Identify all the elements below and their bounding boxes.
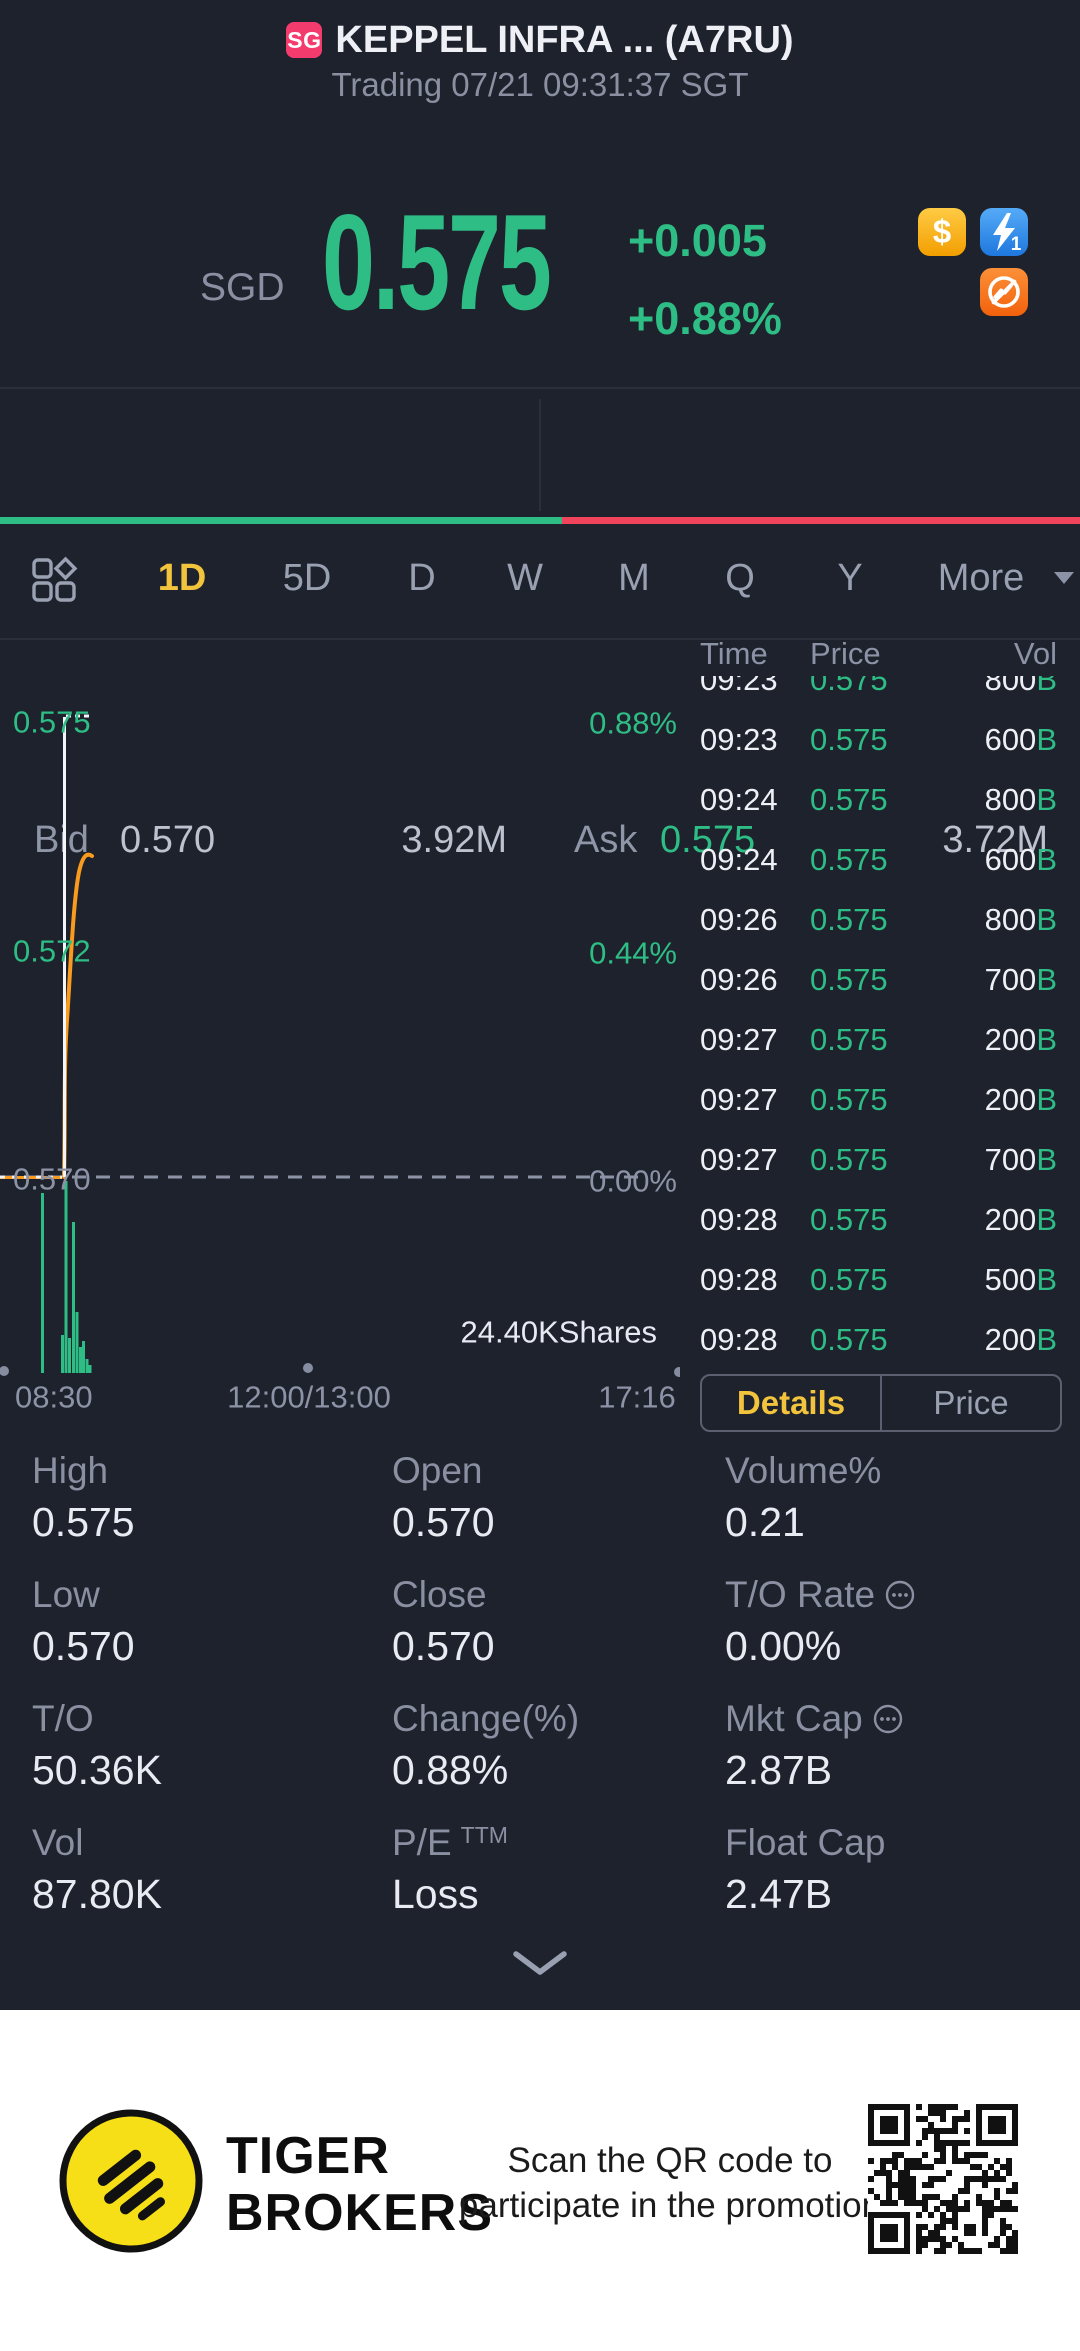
no-trade-glyph <box>988 276 1020 308</box>
stat-high: High 0.575 <box>32 1450 135 1545</box>
volume-note: 24.40KShares <box>461 1315 657 1350</box>
expand-chevron-icon[interactable] <box>508 1948 572 1978</box>
price-button[interactable]: Price <box>882 1376 1060 1430</box>
trade-row: 09:28 0.575 200B <box>700 1202 1057 1237</box>
x-label-midday: 12:00/13:00 <box>227 1380 391 1415</box>
promo-text: Scan the QR code to participate in the p… <box>458 2141 882 2225</box>
dollar-promo-icon[interactable]: $ <box>918 208 966 256</box>
bid-section[interactable]: Bid 0.570 3.92M <box>0 389 540 861</box>
trade-row: 09:28 0.575 200B <box>700 1322 1057 1357</box>
promo-banner: TIGER BROKERS Scan the QR code to partic… <box>0 2010 1080 2351</box>
avg-price-line <box>62 852 94 1179</box>
tab-5d[interactable]: 5D <box>262 553 352 603</box>
trade-row: 09:23 0.575 600B <box>700 722 1057 757</box>
tab-m[interactable]: M <box>589 553 679 603</box>
trades-header-price: Price <box>810 636 881 671</box>
trade-row: 09:27 0.575 200B <box>700 1082 1057 1117</box>
price-change-percent: +0.88% <box>628 293 782 344</box>
trade-row: 09:28 0.575 500B <box>700 1262 1057 1297</box>
svg-text:1: 1 <box>1011 234 1022 255</box>
stat-volume-pct: Volume% 0.21 <box>725 1450 882 1545</box>
flash-order-icon[interactable]: 1 <box>980 208 1028 256</box>
tab-y[interactable]: Y <box>805 553 895 603</box>
x-label-open: 08:30 <box>15 1380 93 1415</box>
trades-list[interactable]: 09:23 0.575 800B 09:23 0.575 600B 09:24 0.575… <box>660 676 1080 1360</box>
stat-open: Open 0.570 <box>392 1450 495 1545</box>
trade-row: 09:26 0.575 800B <box>700 902 1057 937</box>
chart-layout-button[interactable] <box>30 556 78 609</box>
stat-vol: Vol 87.80K <box>32 1822 162 1917</box>
info-icon[interactable] <box>872 1703 904 1735</box>
stat-pe-ttm: P/E TTM Loss <box>392 1821 508 1917</box>
page-title: KEPPEL INFRA ... (A7RU) <box>335 18 794 61</box>
tab-more[interactable]: More <box>921 553 1041 603</box>
lightning-icon: 1 <box>993 213 1022 255</box>
qr-code <box>868 2104 1018 2254</box>
tab-q[interactable]: Q <box>695 553 785 603</box>
tiger-brokers-logo-icon <box>59 2109 203 2253</box>
trade-row: 09:24 0.575 600B <box>700 842 1057 877</box>
intraday-chart-canvas[interactable]: 0.575 0.572 0.570 0.88% 0.44% 0.00% 24.4… <box>0 640 680 1420</box>
ask-ratio-segment <box>561 517 1080 524</box>
tab-d[interactable]: D <box>377 553 467 603</box>
exchange-badge: SG <box>286 22 323 58</box>
stat-float-cap: Float Cap 2.47B <box>725 1822 886 1917</box>
stock-detail-screen: SG KEPPEL INFRA ... (A7RU) Trading 07/21… <box>0 0 1080 2351</box>
stat-low: Low 0.570 <box>32 1574 135 1669</box>
more-caret-icon[interactable] <box>1054 572 1074 584</box>
tab-1d[interactable]: 1D <box>137 553 227 603</box>
grid-layout-icon <box>32 556 78 602</box>
volume-bars <box>41 1181 92 1373</box>
details-button[interactable]: Details <box>702 1376 880 1430</box>
trade-row: 09:27 0.575 200B <box>700 1022 1057 1057</box>
trade-row: 09:24 0.575 800B <box>700 782 1057 817</box>
x-label-close: 17:16 <box>598 1380 676 1415</box>
y-price-high: 0.575 <box>13 705 91 740</box>
trades-header-vol: Vol <box>1013 636 1057 671</box>
trades-header-time: Time <box>700 636 768 671</box>
trading-restricted-icon[interactable] <box>980 268 1028 316</box>
y-price-low: 0.570 <box>13 1162 91 1197</box>
axis-dots <box>0 1363 680 1377</box>
currency-label: SGD <box>200 266 285 309</box>
ask-section[interactable]: Ask 0.575 3.72M <box>540 389 1080 861</box>
stat-close: Close 0.570 <box>392 1574 495 1669</box>
trade-row: 09:26 0.575 700B <box>700 962 1057 997</box>
trades-view-toggle: Details Price <box>700 1374 1062 1432</box>
stat-change-pct: Change(%) 0.88% <box>392 1698 580 1793</box>
price-change: +0.005 <box>628 215 767 266</box>
stat-turnover: T/O 50.36K <box>32 1698 162 1793</box>
stat-to-rate: T/O Rate 0.00% <box>725 1572 1062 1696</box>
trading-session-status: Trading 07/21 09:31:37 SGT <box>331 66 749 103</box>
bid-ask-ratio-bar <box>0 517 1080 524</box>
info-icon[interactable] <box>884 1579 916 1611</box>
stats-grid: High 0.575 Open 0.570 Volume% 0.21 Low 0.570… <box>32 1448 1062 1944</box>
bid-ratio-segment <box>0 517 562 524</box>
last-price: 0.575 <box>322 186 552 338</box>
trade-row: 09:27 0.575 700B <box>700 1142 1057 1177</box>
tab-w[interactable]: W <box>480 553 570 603</box>
stat-mkt-cap: Mkt Cap 2.87B <box>725 1696 1062 1820</box>
y-price-mid: 0.572 <box>13 934 91 969</box>
trade-row: 09:23 0.575 800B <box>700 676 1057 697</box>
header: SG KEPPEL INFRA ... (A7RU) <box>0 14 1080 66</box>
